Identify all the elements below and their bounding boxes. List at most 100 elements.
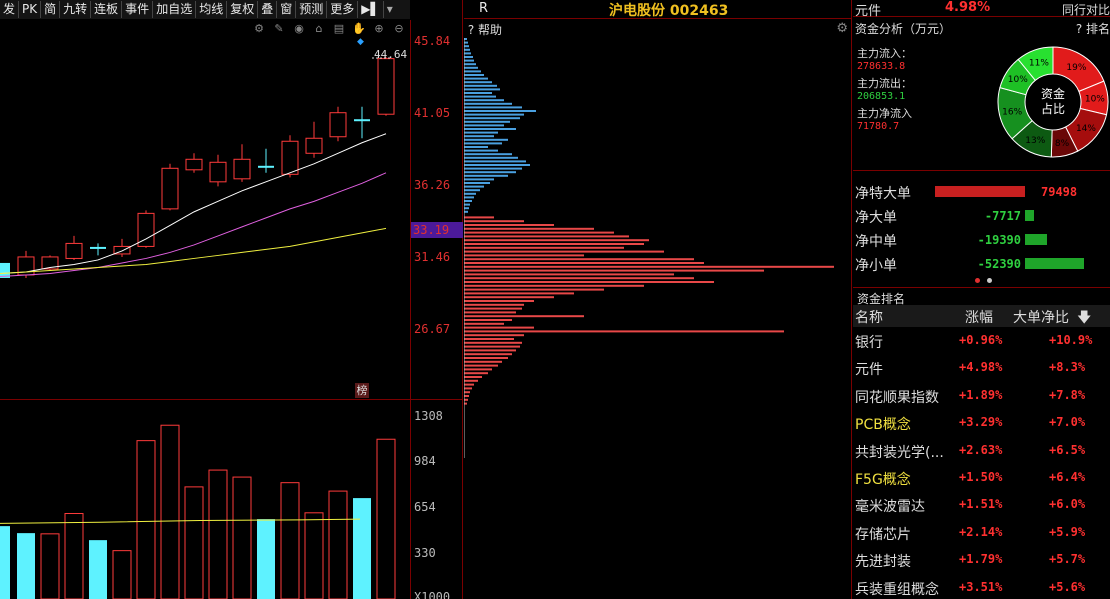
donut-center-label: 占比 [1041,101,1065,116]
price-tick: 26.67 [414,322,451,336]
ranking-row[interactable]: 同花顺果指数 +1.89% +7.8% [853,383,1110,410]
candle-body [305,137,323,154]
ranking-name: 兵装重组概念 [855,581,939,598]
ranking-row[interactable]: 共封装光学(... +2.63% +6.5% [853,438,1110,465]
toolbar-item[interactable]: 九转 [60,1,92,18]
chip-bar-loss [464,281,714,283]
chip-bar-profit [464,110,536,112]
ranking-row[interactable]: 毫米波雷达 +1.51% +6.0% [853,492,1110,519]
pin-icon[interactable]: ▶▌ [358,1,384,18]
gear-icon[interactable]: ⚙ [836,21,848,36]
candle-body [65,242,83,259]
net-order-bar [1025,258,1085,269]
candlestick-chart[interactable] [0,20,410,400]
chip-bar-loss [464,376,482,378]
volume-bar [184,486,204,599]
net-order-value: 79498 [1041,185,1078,199]
chip-bar-profit [464,106,522,109]
ranking-row[interactable]: PCB概念 +3.29% +7.0% [853,410,1110,437]
net-order-label: 净小单 [855,258,897,274]
ranking-row[interactable]: 存储芯片 +2.14% +5.9% [853,520,1110,547]
toolbar-item[interactable]: 叠 [258,1,278,18]
volume-bar [304,512,324,599]
ranking-change: +0.96% [959,333,1003,347]
volume-chart[interactable] [0,400,410,599]
chip-bar-profit [464,120,510,123]
ranking-row[interactable]: 兵装重组概念 +3.51% +5.6% [853,575,1110,599]
help-button[interactable]: ? 帮助 [464,21,502,38]
toolbar-item[interactable]: 事件 [122,1,154,18]
last-price-tag: 33.19 [411,222,463,239]
chip-bar-loss [464,391,470,394]
ranking-change: +2.63% [959,442,1003,457]
mid-header: R 沪电股份 002463 [464,0,852,19]
candle-body [233,158,251,180]
peer-compare-link[interactable]: 同行对比 [1062,1,1110,18]
page-dots[interactable] [975,272,999,286]
donut-label: 14% [1076,124,1096,134]
donut-label: 16% [1002,108,1022,118]
toolbar-item[interactable]: 窗 [277,1,297,18]
volume-bar [112,550,132,599]
chip-bar-profit [464,77,488,80]
price-tick: 45.84 [414,34,451,48]
donut-label: 19% [1066,63,1086,73]
volume-bar [64,513,84,599]
ranking-ratio: +6.5% [1049,442,1086,457]
toolbar-item[interactable]: 均线 [196,1,228,18]
ranking-row[interactable]: 先进封装 +1.79% +5.7% [853,547,1110,574]
chip-bar-profit [464,182,490,184]
net-order-row: 净大单 -7717 [853,205,1110,226]
net-order-section: 净特大单 79498 净大单 -7717 净中单 -19390 净小单 -52390 [853,170,1110,282]
ranking-row[interactable]: 元件 +4.98% +8.3% [853,355,1110,382]
capital-ratio-donut[interactable]: 19%10%14%8%13%16%10%11%资金占比 [995,44,1110,160]
page-dot-active[interactable] [975,278,980,283]
price-tick: 41.05 [414,105,451,120]
toolbar-item[interactable]: 连板 [91,1,123,18]
col-name[interactable]: 名称 [855,307,883,327]
chip-bar-profit [464,178,494,181]
col-ratio[interactable]: 大单净比 [1013,307,1069,327]
industry-name[interactable]: 元件 [855,0,881,19]
net-order-value: -52390 [977,257,1021,271]
toolbar-item[interactable]: 简 [41,1,61,18]
ma5-line [0,133,387,274]
ranking-change: +1.50% [959,470,1003,484]
chip-bar-profit [464,81,492,84]
donut-label: 10% [1085,95,1105,105]
price-tick: 36.26 [414,177,451,192]
chip-bar-profit [464,99,504,102]
ranking-badge[interactable]: 榜 [355,383,369,398]
net-order-bar [935,186,1025,197]
volume-bar [89,540,107,599]
toolbar-item[interactable]: 复权 [227,1,259,18]
net-order-row: 净小单 -52390 [853,253,1110,274]
ranking-link[interactable]: ? 排名 [1076,20,1110,37]
chip-bar-profit [464,149,498,152]
chip-bar-profit [464,48,470,51]
page-dot[interactable] [987,278,992,283]
chip-bar-loss [464,235,629,238]
chip-bar-loss [464,292,574,295]
col-change[interactable]: 涨幅 [965,307,993,327]
capital-panel: 元件 4.98% 同行对比 资金分析（万元） ? 排名 主力流入： 278633… [853,0,1110,599]
chip-bar-loss [464,334,524,337]
chip-bar-profit [464,95,496,98]
net-order-label: 净特大单 [855,186,911,202]
kline-panel: 发 PK 简九转 连板 事件 加自选 均线 复权叠窗预测 更多 ▶▌ ▾ ⚙ ✎ ◉ ⌂ ▤ ✋ ⊕… [0,0,463,599]
toolbar-item[interactable]: 预测 [296,1,328,18]
ranking-row[interactable]: F5G概念 +1.50% +6.4% [853,465,1110,492]
net-order-bar [1025,234,1047,245]
ranking-row[interactable]: 银行 +0.96% +10.9% [853,328,1110,355]
chip-bar-profit [464,200,472,202]
toolbar-item[interactable]: 发 [0,1,20,18]
toolbar-item[interactable]: 加自选 [153,1,197,18]
netflow-label: 主力净流入 [857,107,912,120]
volume-bar [40,533,60,599]
toolbar-item[interactable]: 更多 [327,1,359,18]
chip-bar-loss [464,345,520,348]
net-order-label: 净中单 [855,234,897,250]
donut-label: 10% [1008,75,1028,85]
chevron-down-icon[interactable]: ▾ [384,1,396,18]
toolbar-item[interactable]: PK [19,1,42,18]
